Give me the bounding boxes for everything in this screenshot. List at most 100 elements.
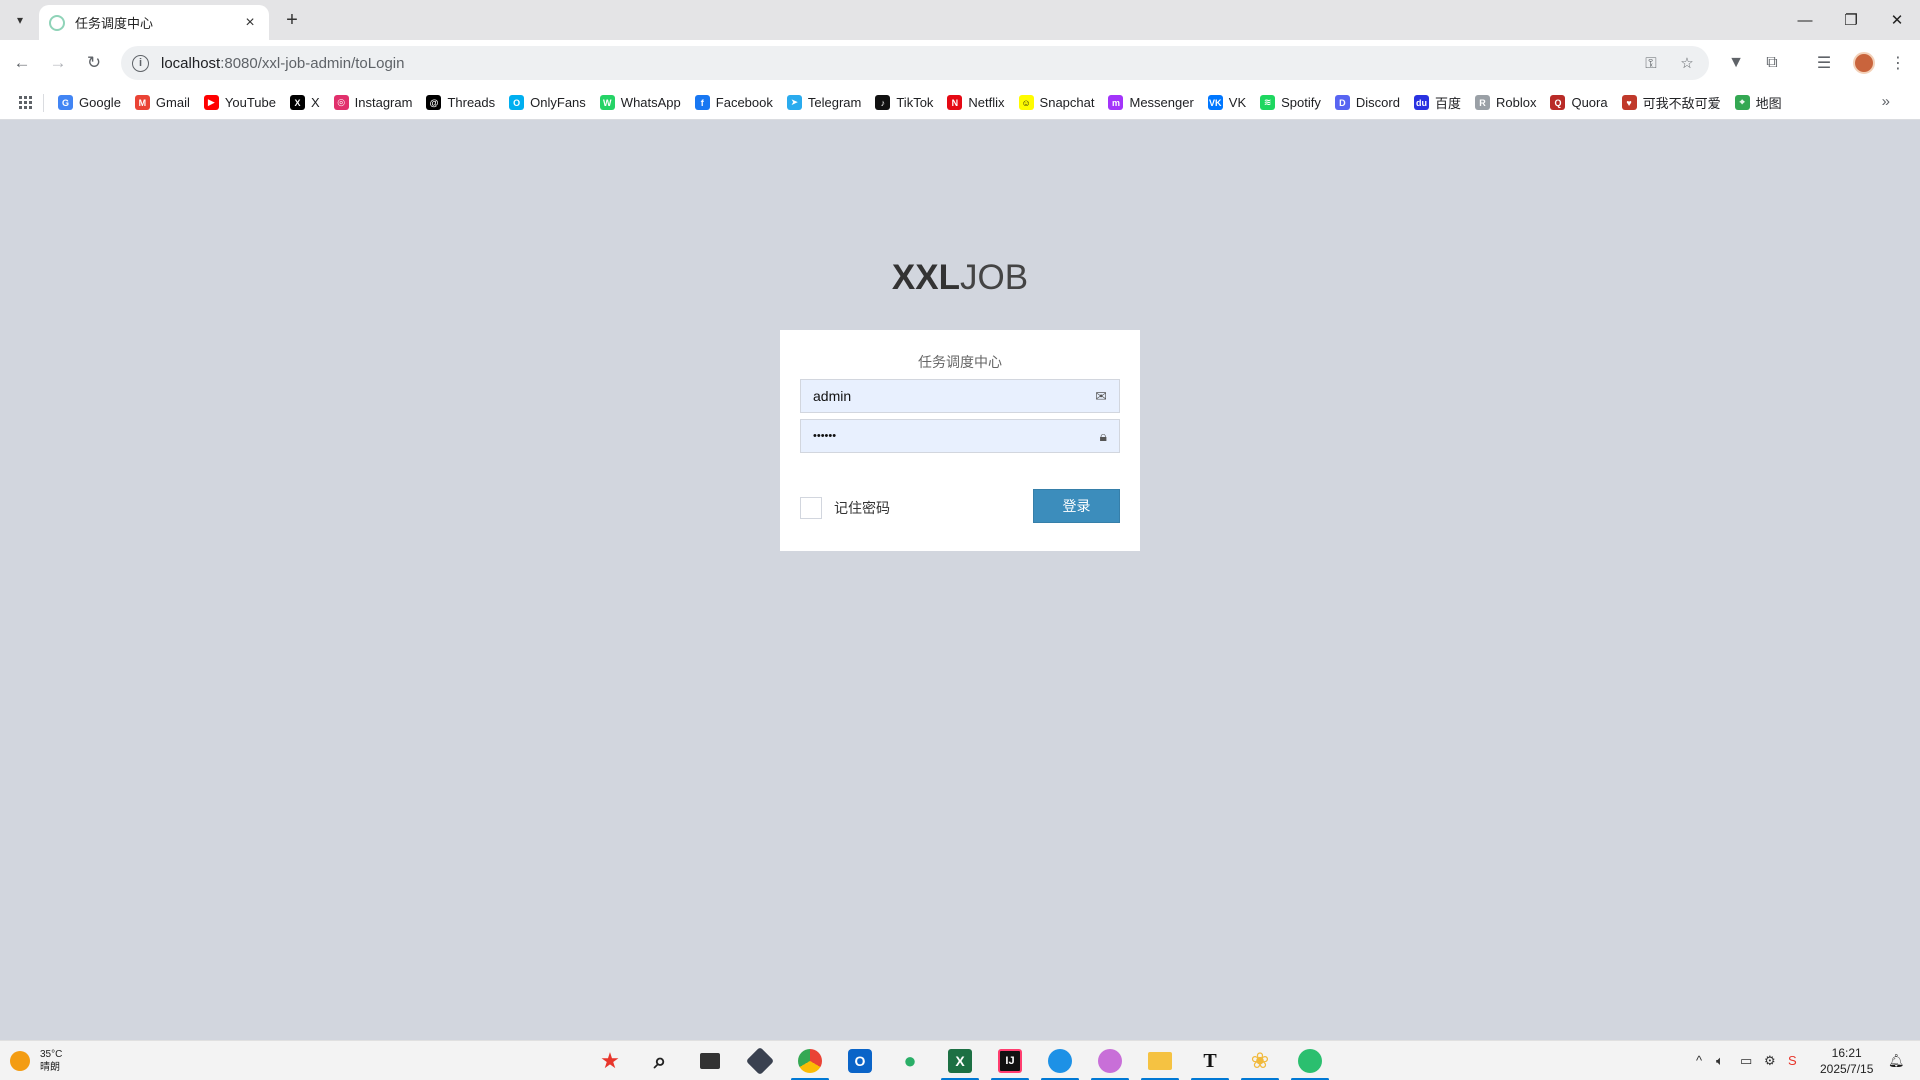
remember-label[interactable]: 记住密码: [834, 498, 890, 518]
intellij-icon[interactable]: IJ: [991, 1047, 1029, 1080]
sun-icon: [10, 1051, 30, 1071]
bookmark-item[interactable]: ≋ Spotify: [1260, 95, 1321, 110]
tab-title: 任务调度中心: [75, 16, 154, 31]
bookmark-item[interactable]: ◎ Instagram: [333, 95, 413, 110]
bookmark-item[interactable]: G Google: [58, 95, 121, 110]
password-key-icon[interactable]: ⚿: [1637, 55, 1665, 72]
netflix-icon: N: [947, 95, 963, 110]
search-icon[interactable]: ⌕: [645, 1047, 675, 1075]
forward-button[interactable]: →: [44, 49, 72, 77]
minimize-button[interactable]: —: [1782, 6, 1828, 34]
bookmark-item[interactable]: R Roblox: [1474, 95, 1536, 110]
close-window-button[interactable]: ✕: [1874, 6, 1920, 34]
bookmark-label: 百度: [1434, 96, 1461, 111]
bookmark-label: X: [310, 95, 320, 110]
extensions-puzzle-icon[interactable]: ⧉: [1760, 51, 1784, 75]
notification-bell-icon[interactable]: 🔔︎: [1888, 1053, 1905, 1069]
vpn-extension-icon[interactable]: ▼: [1724, 51, 1748, 75]
bookmark-label: Messenger: [1129, 95, 1194, 110]
bookmark-label: YouTube: [224, 95, 276, 110]
tab-close-icon[interactable]: ×: [241, 14, 259, 32]
bookmarks-bar: G Google M Gmail ▶ YouTube X X ◎ Instagram @ Thread…: [0, 86, 1920, 120]
reload-button[interactable]: ↻: [80, 49, 108, 77]
bookmark-item[interactable]: ⌖ 地图: [1734, 93, 1782, 112]
chrome-icon[interactable]: [791, 1047, 829, 1080]
bookmark-item[interactable]: du 百度: [1413, 93, 1461, 112]
bookmark-item[interactable]: Q Quora: [1550, 95, 1608, 110]
spotify-icon: ≋: [1260, 95, 1276, 110]
profile-avatar[interactable]: [1853, 52, 1875, 74]
discord-icon: D: [1334, 95, 1350, 110]
url-text[interactable]: localhost:8080/xxl-job-admin/toLogin: [161, 55, 1637, 72]
maps-icon: ⌖: [1734, 95, 1750, 110]
bookmark-item[interactable]: VK VK: [1207, 95, 1247, 110]
bookmark-item[interactable]: W WhatsApp: [599, 95, 681, 110]
bookmark-item[interactable]: ▶ YouTube: [203, 95, 276, 110]
bookmark-item[interactable]: D Discord: [1334, 95, 1400, 110]
restore-button[interactable]: ❐: [1828, 6, 1874, 34]
network-app-icon[interactable]: ❀: [1241, 1047, 1279, 1080]
login-button[interactable]: 登录: [1033, 489, 1120, 523]
menu-kebab-icon[interactable]: ⋮: [1886, 51, 1910, 75]
docker-icon[interactable]: [1041, 1047, 1079, 1080]
excel-icon[interactable]: X: [941, 1047, 979, 1080]
volume-icon[interactable]: 🔈︎: [1716, 1053, 1724, 1069]
username-value: admin: [813, 388, 852, 404]
task-view-icon[interactable]: [695, 1047, 725, 1075]
apps-grid-icon[interactable]: [19, 95, 33, 110]
tab-search-dropdown-icon[interactable]: ▾: [8, 8, 32, 32]
cat-app-icon[interactable]: [1091, 1047, 1129, 1080]
bookmark-item[interactable]: N Netflix: [947, 95, 1005, 110]
new-tab-button[interactable]: +: [280, 8, 304, 32]
bookmark-item[interactable]: ♥ 可我不敌可爱: [1621, 93, 1721, 112]
browser-tab[interactable]: 任务调度中心 ×: [39, 5, 269, 40]
bookmark-item[interactable]: ♪ TikTok: [875, 95, 933, 110]
outlook-icon[interactable]: O: [845, 1047, 875, 1075]
instagram-icon: ◎: [333, 95, 349, 110]
page-content: XXLJOB 任务调度中心 admin ✉ •••••• 🔒︎ 记住密码 登录: [0, 121, 1920, 1040]
back-button[interactable]: ←: [8, 49, 36, 77]
bookmark-label: VK: [1228, 95, 1247, 110]
bookmark-item[interactable]: ➤ Telegram: [786, 95, 861, 110]
bookmark-label: Google: [79, 95, 121, 110]
bookmark-item[interactable]: f Facebook: [694, 95, 773, 110]
tray-overflow-icon[interactable]: ^: [1696, 1053, 1702, 1068]
bookmark-label: Facebook: [715, 95, 773, 110]
start-star-icon[interactable]: ★: [595, 1047, 625, 1075]
bookmark-item[interactable]: M Gmail: [134, 95, 190, 110]
weather-widget[interactable]: 35°C 晴朗: [10, 1048, 62, 1074]
whatsapp-icon: W: [599, 95, 615, 110]
system-clock[interactable]: 16:21 2025/7/15: [1820, 1045, 1873, 1077]
password-field[interactable]: •••••• 🔒︎: [800, 419, 1120, 453]
password-value: ••••••: [813, 430, 837, 442]
network-icon[interactable]: ▭: [1740, 1053, 1752, 1069]
bookmark-item[interactable]: XX: [289, 95, 320, 110]
baidu-icon: du: [1413, 95, 1429, 110]
wechat-icon[interactable]: ●: [895, 1047, 925, 1075]
green-app-icon[interactable]: [1291, 1047, 1329, 1080]
bookmarks-list: G Google M Gmail ▶ YouTube X X ◎ Instagram @ Thread…: [58, 93, 1796, 112]
bookmark-item[interactable]: m Messenger: [1108, 95, 1194, 110]
remember-checkbox[interactable]: [800, 497, 822, 519]
bookmark-item[interactable]: O OnlyFans: [509, 95, 586, 110]
more-bookmarks-icon[interactable]: »: [1882, 93, 1890, 110]
logo-bold-text: XXL: [891, 258, 960, 297]
bookmark-label: Instagram: [354, 95, 413, 110]
ime-icon[interactable]: ⚙: [1764, 1053, 1776, 1069]
bookmark-label: Discord: [1355, 95, 1400, 110]
envelope-icon: ✉: [1095, 387, 1107, 404]
login-box: 任务调度中心 admin ✉ •••••• 🔒︎ 记住密码 登录: [780, 330, 1140, 551]
bookmark-star-icon[interactable]: ☆: [1673, 54, 1701, 72]
site-info-icon[interactable]: i: [132, 54, 149, 72]
reading-list-icon[interactable]: ☰: [1812, 51, 1836, 75]
app-cube-icon[interactable]: [745, 1046, 775, 1076]
typora-icon[interactable]: T: [1191, 1047, 1229, 1080]
address-bar[interactable]: i localhost:8080/xxl-job-admin/toLogin ⚿…: [121, 46, 1709, 80]
app-tray-icon[interactable]: S: [1788, 1053, 1797, 1068]
username-field[interactable]: admin ✉: [800, 379, 1120, 413]
bookmark-label: WhatsApp: [620, 95, 681, 110]
browser-toolbar: ← → ↻ i localhost:8080/xxl-job-admin/toL…: [0, 40, 1920, 86]
bookmark-item[interactable]: ☺ Snapchat: [1018, 95, 1094, 110]
file-explorer-icon[interactable]: [1141, 1047, 1179, 1080]
bookmark-item[interactable]: @ Threads: [426, 95, 495, 110]
